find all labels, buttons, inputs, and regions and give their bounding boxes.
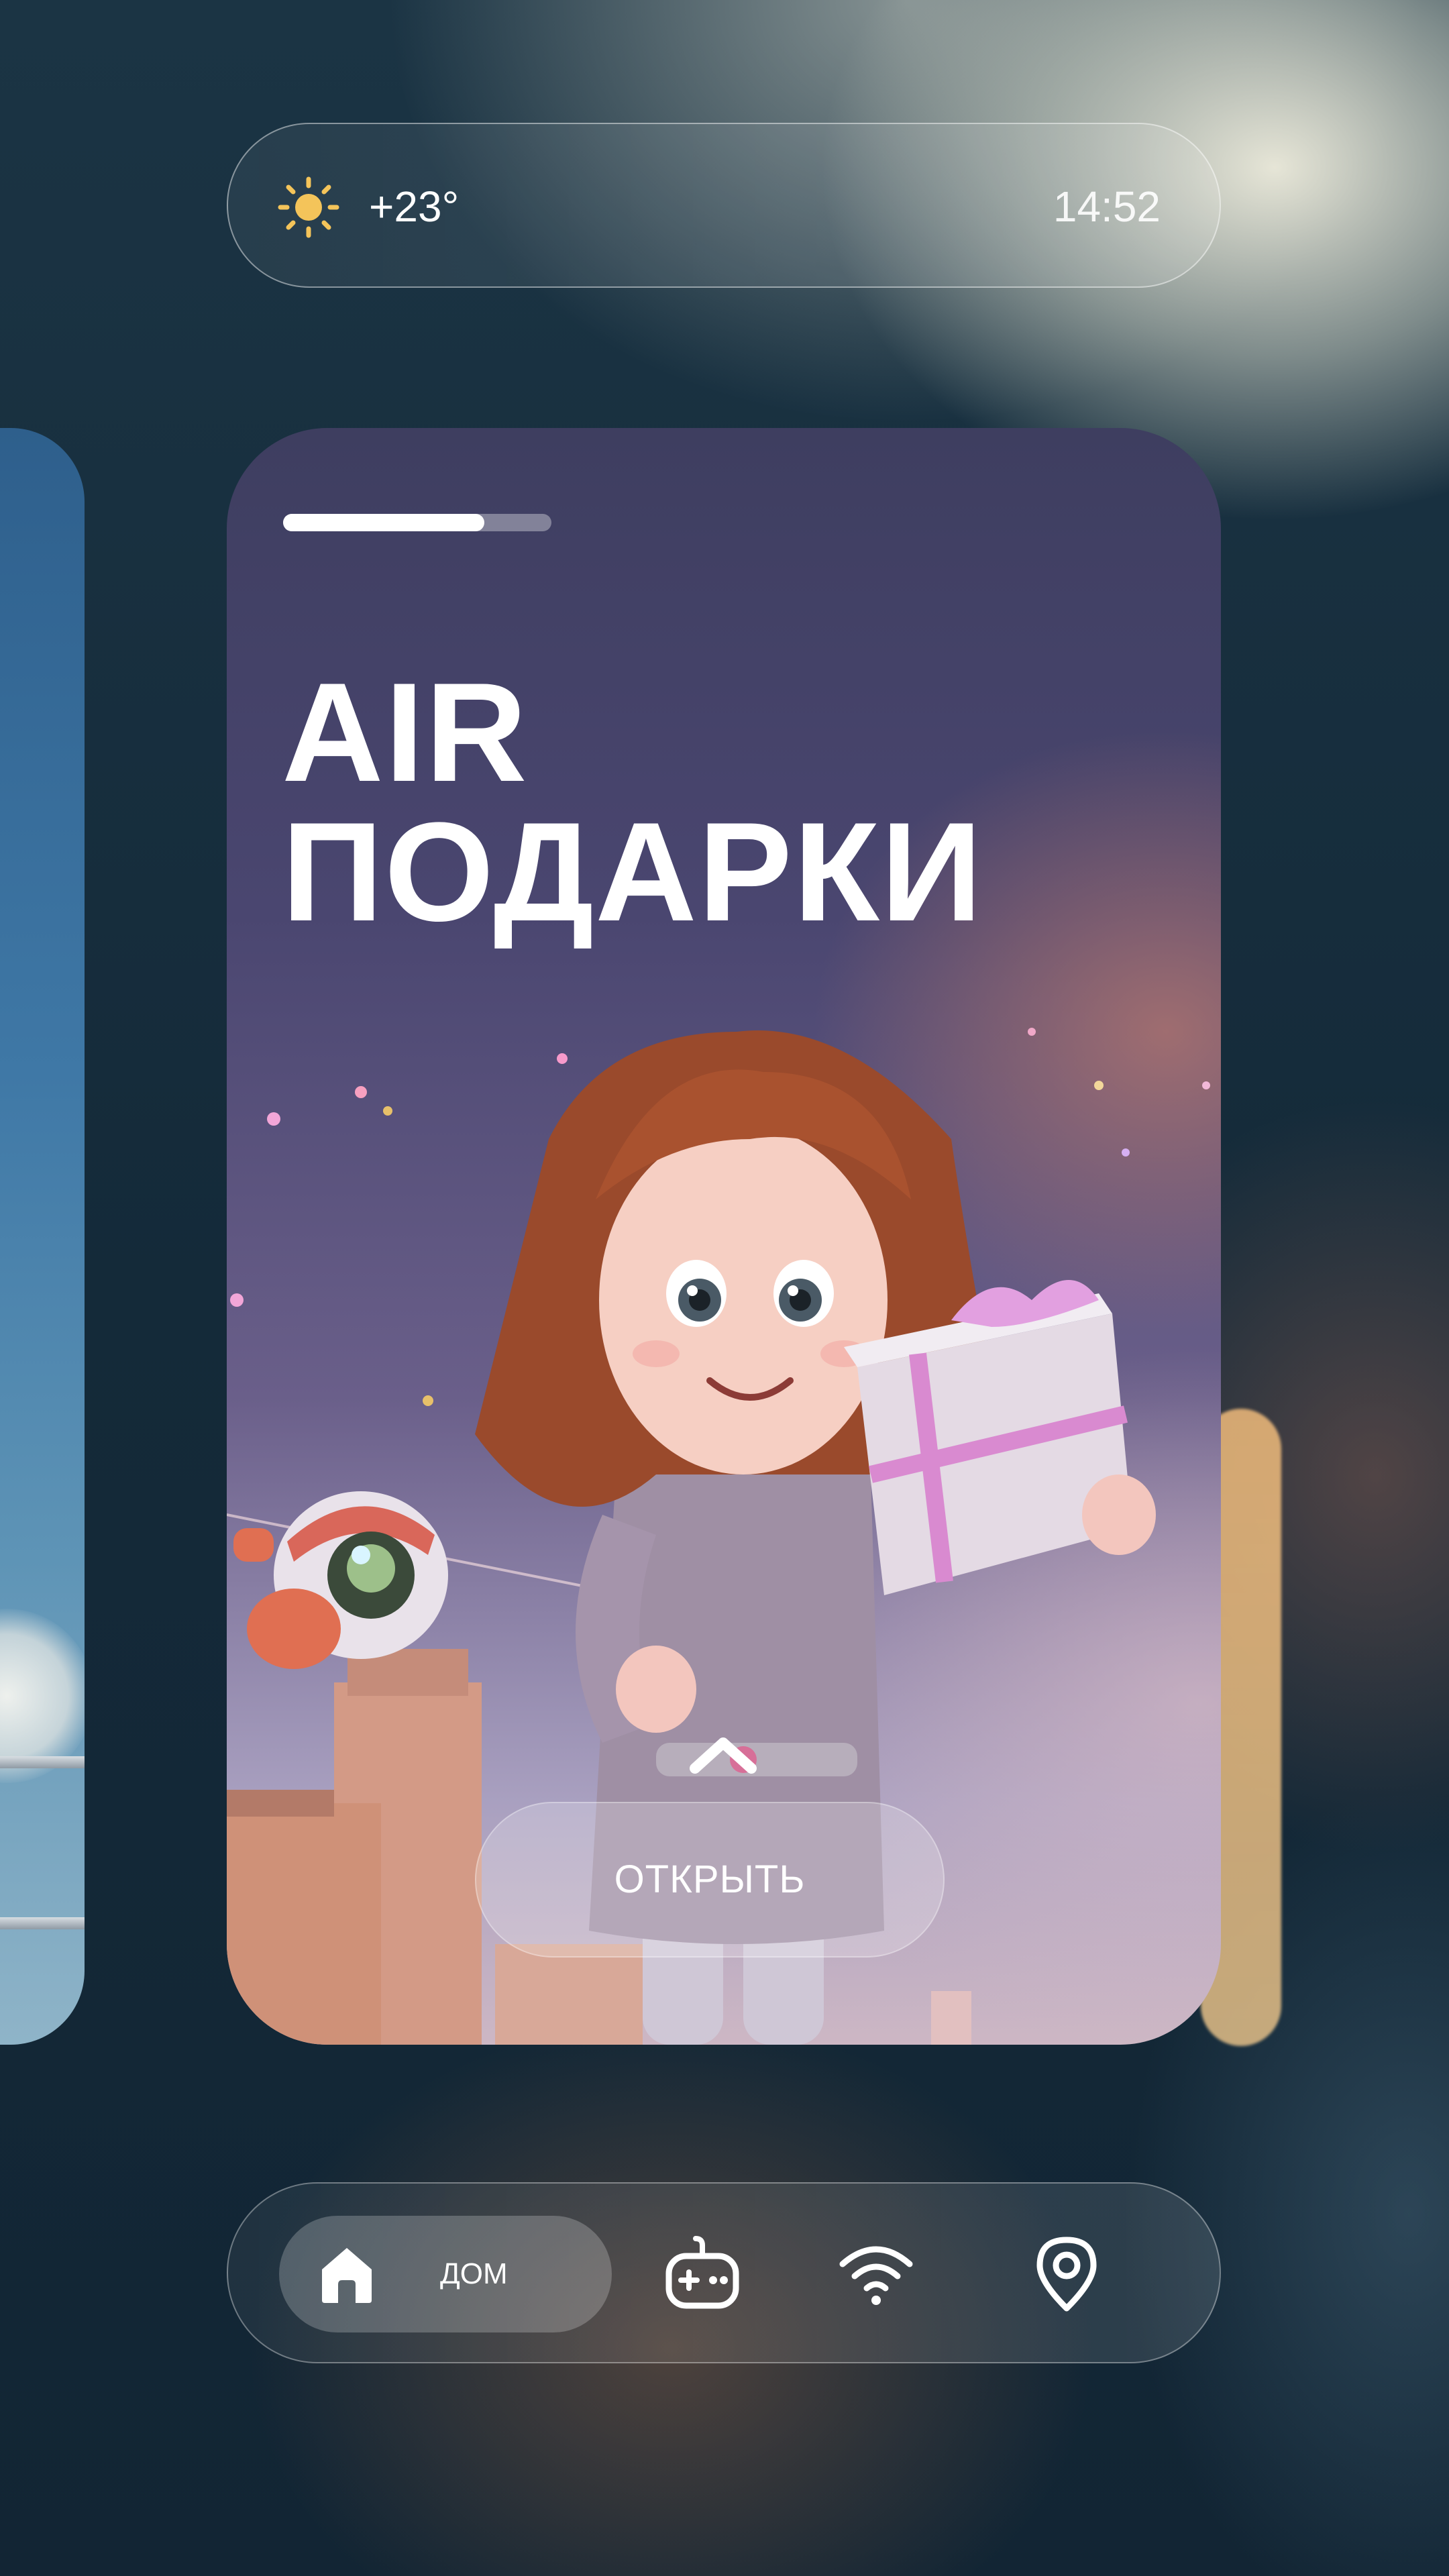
sun-icon — [278, 176, 339, 238]
card-title-line-2: ПОДАРКИ — [282, 793, 983, 951]
bottom-nav: ДОМ — [227, 2182, 1221, 2363]
location-pin-icon[interactable] — [1026, 2233, 1107, 2314]
status-bar: +23° 14:52 — [227, 123, 1221, 288]
story-progress-fill — [283, 514, 484, 531]
home-icon — [322, 2248, 372, 2303]
card-title: AIR ПОДАРКИ — [282, 653, 983, 951]
open-button[interactable]: ОТКРЫТЬ — [475, 1802, 945, 1957]
previous-card[interactable] — [0, 428, 85, 2045]
rail-image — [0, 1917, 85, 1929]
nav-item-home-label: ДОМ — [440, 2257, 508, 2290]
clock-text: 14:52 — [1053, 182, 1161, 231]
wifi-icon[interactable] — [836, 2233, 916, 2314]
robot-balloon-decoration — [233, 1491, 448, 1669]
story-progress-bar — [283, 514, 551, 531]
rail-image — [0, 1756, 85, 1768]
nav-item-home[interactable]: ДОМ — [279, 2216, 612, 2332]
card-title-line-1: AIR — [282, 653, 529, 811]
gamepad-icon[interactable] — [662, 2233, 743, 2314]
home-screen: +23° 14:52 AIR ПОДАРКИ ОТКРЫТЬ ДОМ — [0, 0, 1449, 2576]
temperature-text: +23° — [369, 182, 460, 231]
chevron-up-icon[interactable] — [688, 1735, 758, 1775]
featured-card[interactable]: AIR ПОДАРКИ ОТКРЫТЬ — [227, 428, 1221, 2045]
